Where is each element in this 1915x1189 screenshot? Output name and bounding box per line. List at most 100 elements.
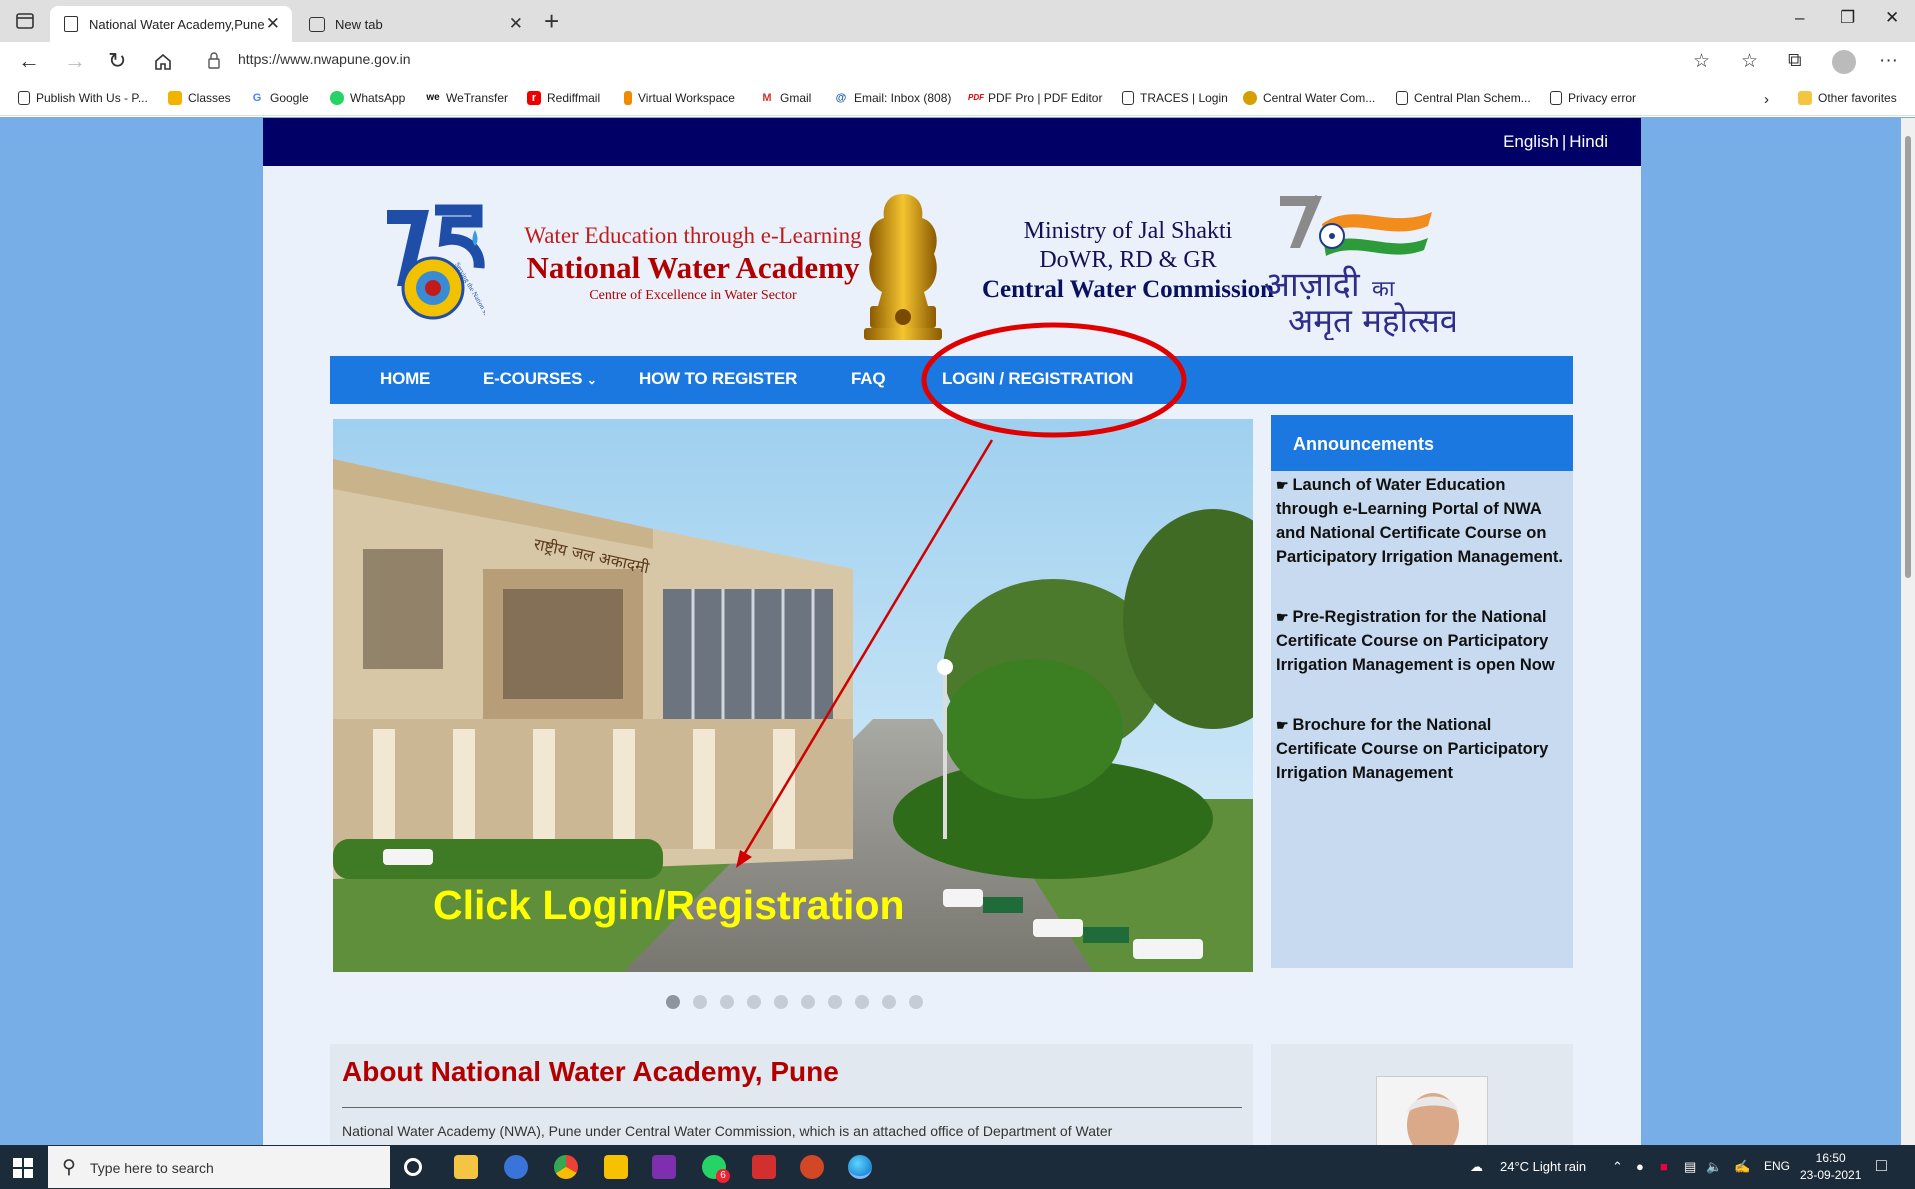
- bookmark-whatsapp[interactable]: WhatsApp: [330, 91, 405, 105]
- nwa-subtitle: Centre of Excellence in Water Sector: [589, 288, 797, 303]
- tab-actions-icon[interactable]: [14, 10, 36, 32]
- file-explorer-icon[interactable]: [454, 1155, 478, 1179]
- chrome-icon[interactable]: [554, 1155, 578, 1179]
- slider-dot[interactable]: [882, 995, 896, 1009]
- bookmark-wetransfer[interactable]: we WeTransfer: [426, 91, 508, 105]
- powerpoint-icon[interactable]: [800, 1155, 824, 1179]
- profile-photo: [1376, 1076, 1488, 1145]
- bookmark-traces-login[interactable]: TRACES | Login: [1122, 91, 1228, 105]
- whatsapp-icon: [330, 91, 344, 105]
- lang-hindi-link[interactable]: Hindi: [1569, 132, 1608, 151]
- tab-title: National Water Academy,Pune: [89, 16, 265, 32]
- taskbar-clock[interactable]: 16:50 23-09-2021: [1800, 1150, 1861, 1184]
- task-view-icon[interactable]: [404, 1158, 422, 1176]
- clock-date: 23-09-2021: [1800, 1168, 1862, 1182]
- collections-icon[interactable]: ⧉: [1788, 50, 1802, 72]
- edge-icon[interactable]: [848, 1155, 872, 1179]
- lock-icon[interactable]: [208, 52, 220, 70]
- bookmark-publish-with-us[interactable]: Publish With Us - P...: [18, 91, 148, 105]
- bookmark-central-plan-schem[interactable]: Central Plan Schem...: [1396, 91, 1531, 105]
- top-bar: English | Hindi: [263, 118, 1641, 166]
- cwc-icon: [1243, 91, 1257, 105]
- tab-title: New tab: [335, 16, 383, 32]
- slider-dot[interactable]: [693, 995, 707, 1009]
- lang-separator: |: [1561, 132, 1567, 151]
- bookmark-central-water-com[interactable]: Central Water Com...: [1243, 91, 1375, 105]
- refresh-icon[interactable]: ↻: [108, 48, 126, 74]
- forward-icon[interactable]: →: [64, 48, 86, 74]
- bookmarks-bar: Publish With Us - P... Classes G Google W…: [0, 82, 1915, 116]
- minimize-icon[interactable]: –: [1795, 8, 1804, 28]
- announcement-item[interactable]: ☛ Brochure for the National Certificate …: [1276, 713, 1571, 785]
- more-icon[interactable]: ···: [1879, 50, 1898, 72]
- bookmark-gmail[interactable]: M Gmail: [760, 91, 811, 105]
- announcement-item[interactable]: ☛ Launch of Water Education through e-Le…: [1276, 473, 1571, 569]
- nav-faq[interactable]: FAQ: [851, 369, 886, 389]
- tray-paint-icon[interactable]: ■: [1660, 1159, 1668, 1174]
- bookmark-email-inbox[interactable]: @ Email: Inbox (808): [834, 91, 952, 105]
- slider-dot[interactable]: [774, 995, 788, 1009]
- cwc-name: Central Water Commission: [981, 276, 1275, 303]
- notification-icon[interactable]: □: [1876, 1155, 1887, 1176]
- acrobat-icon[interactable]: [752, 1155, 776, 1179]
- home-icon[interactable]: [153, 52, 173, 72]
- add-favorite-icon[interactable]: ☆: [1693, 50, 1710, 73]
- page-icon: [1396, 91, 1408, 105]
- bookmark-privacy-error[interactable]: Privacy error: [1550, 91, 1636, 105]
- back-icon[interactable]: ←: [18, 48, 40, 74]
- bookmark-pdf-pro[interactable]: PDF PDF Pro | PDF Editor: [968, 91, 1102, 105]
- nav-ecourses-label: E-COURSES: [483, 369, 583, 388]
- rediffmail-icon: r: [527, 91, 541, 105]
- main-nav: HOME E-COURSES ⌄ HOW TO REGISTER FAQ LOG…: [330, 356, 1573, 404]
- pointing-hand-icon: ☛: [1276, 477, 1293, 493]
- favorites-icon[interactable]: ☆: [1741, 50, 1758, 73]
- nav-how-to-register[interactable]: HOW TO REGISTER: [639, 369, 797, 389]
- restore-icon[interactable]: ❐: [1840, 8, 1855, 28]
- slide-caption: Click Login/Registration: [433, 882, 905, 928]
- slider-dot[interactable]: [828, 995, 842, 1009]
- bookmarks-overflow-icon[interactable]: ›: [1764, 91, 1769, 108]
- nwa-name: National Water Academy: [526, 250, 860, 285]
- nav-home[interactable]: HOME: [380, 369, 430, 389]
- taskbar-search[interactable]: ⚲ Type here to search: [48, 1146, 390, 1188]
- profile-section: [1271, 1044, 1573, 1145]
- windows-start-icon[interactable]: [12, 1157, 34, 1179]
- url-field[interactable]: https://www.nwapune.gov.in: [238, 51, 411, 67]
- b-app-icon[interactable]: [504, 1155, 528, 1179]
- profile-avatar-icon[interactable]: [1832, 50, 1856, 74]
- tray-chevron-up-icon[interactable]: ⌃: [1612, 1159, 1623, 1175]
- sticky-notes-icon[interactable]: [604, 1155, 628, 1179]
- slider-dot[interactable]: [801, 995, 815, 1009]
- volume-icon[interactable]: 🔈: [1706, 1159, 1722, 1175]
- slider-dot[interactable]: [720, 995, 734, 1009]
- weather-text[interactable]: 24°C Light rain: [1500, 1159, 1586, 1174]
- slider-dot[interactable]: [909, 995, 923, 1009]
- scrollbar-thumb[interactable]: [1905, 136, 1911, 578]
- close-icon[interactable]: ✕: [509, 14, 523, 34]
- slider-dot[interactable]: [666, 995, 680, 1009]
- window-close-icon[interactable]: ✕: [1885, 8, 1899, 28]
- paint-app-icon[interactable]: [652, 1155, 676, 1179]
- slider-dot[interactable]: [747, 995, 761, 1009]
- pen-icon[interactable]: ✍: [1734, 1159, 1750, 1175]
- slider-dot[interactable]: [855, 995, 869, 1009]
- lang-english-link[interactable]: English: [1503, 132, 1559, 151]
- bookmark-classes[interactable]: Classes: [168, 91, 231, 105]
- about-text: National Water Academy (NWA), Pune under…: [342, 1123, 1113, 1139]
- whatsapp-taskbar-icon[interactable]: 6: [702, 1155, 730, 1183]
- tray-app-icon[interactable]: ●: [1636, 1159, 1644, 1174]
- bookmark-other-favorites[interactable]: Other favorites: [1798, 91, 1897, 105]
- bookmark-rediffmail[interactable]: r Rediffmail: [527, 91, 600, 105]
- nav-ecourses[interactable]: E-COURSES ⌄: [483, 369, 597, 389]
- bookmark-virtual-workspace[interactable]: Virtual Workspace: [624, 91, 735, 105]
- bookmark-google[interactable]: G Google: [250, 91, 309, 105]
- new-tab-button[interactable]: +: [544, 6, 559, 37]
- network-icon[interactable]: ▤: [1684, 1159, 1696, 1175]
- tab-national-water-academy[interactable]: National Water Academy,Pune ✕: [50, 6, 292, 42]
- classroom-icon: [168, 91, 182, 105]
- nav-login-registration[interactable]: LOGIN / REGISTRATION: [942, 369, 1133, 389]
- tab-new-tab[interactable]: New tab ✕: [295, 6, 535, 42]
- announcement-item[interactable]: ☛ Pre-Registration for the National Cert…: [1276, 605, 1571, 677]
- close-icon[interactable]: ✕: [266, 14, 280, 34]
- language-indicator[interactable]: ENG: [1764, 1159, 1790, 1173]
